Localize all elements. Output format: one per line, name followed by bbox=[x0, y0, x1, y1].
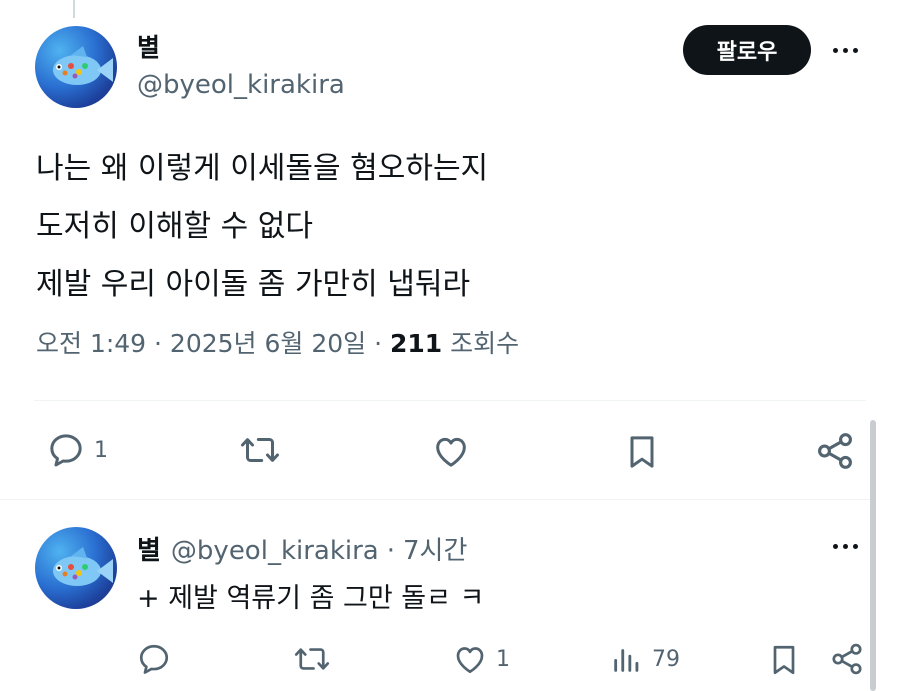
scrollbar[interactable] bbox=[870, 420, 876, 691]
like-button[interactable] bbox=[431, 431, 471, 471]
reply-separator: · bbox=[386, 536, 396, 566]
reply-more-icon[interactable] bbox=[833, 536, 869, 556]
bookmark-button[interactable] bbox=[622, 430, 662, 474]
reply-time[interactable]: 7시간 bbox=[403, 530, 467, 567]
reply-icon bbox=[50, 434, 82, 467]
retweet-icon bbox=[241, 438, 279, 462]
reply-author-name[interactable]: 별 bbox=[137, 530, 161, 567]
rainbow-fish-avatar-image bbox=[53, 547, 113, 586]
reply-views-count: 79 bbox=[652, 646, 680, 672]
section-divider bbox=[0, 499, 870, 500]
author-name[interactable]: 별 bbox=[137, 28, 160, 64]
tweet-text: 나는 왜 이렇게 이세돌을 혐오하는지 도저히 이해할 수 없다 제발 우리 아… bbox=[36, 140, 488, 314]
reply-button[interactable]: 1 bbox=[46, 430, 108, 470]
reply-retweet-button[interactable] bbox=[292, 641, 332, 677]
reply-count: 1 bbox=[94, 437, 108, 463]
retweet-icon bbox=[294, 648, 330, 670]
tweet-meta: 오전 1:49 · 2025년 6월 20일 · 211 조회수 bbox=[36, 324, 519, 360]
reply-bookmark-button[interactable] bbox=[766, 640, 802, 680]
meta-separator: · bbox=[366, 329, 391, 358]
views-count[interactable]: 211 bbox=[390, 329, 442, 358]
author-handle[interactable]: @byeol_kirakira bbox=[137, 70, 345, 100]
retweet-button[interactable] bbox=[238, 430, 282, 470]
reply-text: + 제발 역류기 좀 그만 돌ㄹ ㅋ bbox=[137, 583, 485, 614]
share-icon bbox=[832, 643, 862, 675]
reply-like-count: 1 bbox=[496, 646, 510, 672]
more-icon[interactable] bbox=[833, 40, 869, 60]
divider bbox=[34, 400, 866, 401]
reply-icon bbox=[139, 644, 169, 674]
tweet-text-line: 나는 왜 이렇게 이세돌을 혐오하는지 bbox=[36, 151, 489, 186]
reply-share-button[interactable] bbox=[829, 641, 865, 677]
like-icon bbox=[456, 647, 484, 674]
share-icon bbox=[818, 433, 852, 469]
thread-line bbox=[73, 0, 75, 18]
bookmark-icon bbox=[773, 645, 795, 675]
avatar[interactable] bbox=[35, 26, 117, 108]
tweet-text-line: 제발 우리 아이돌 좀 가만히 냅둬라 bbox=[36, 267, 471, 302]
follow-button[interactable]: 팔로우 bbox=[683, 25, 811, 75]
reply-like-button[interactable]: 1 bbox=[452, 641, 510, 677]
views-label: 조회수 bbox=[442, 329, 520, 358]
tweet-text-line: 도저히 이해할 수 없다 bbox=[36, 209, 314, 244]
reply-views-button[interactable]: 79 bbox=[610, 641, 680, 677]
rainbow-fish-avatar-image bbox=[53, 46, 113, 85]
reply-header: 별 @byeol_kirakira · 7시간 bbox=[137, 530, 467, 567]
reply-author-handle[interactable]: @byeol_kirakira bbox=[171, 536, 379, 566]
share-button[interactable] bbox=[814, 430, 856, 472]
like-icon bbox=[436, 437, 466, 467]
timestamp[interactable]: 오전 1:49 · 2025년 6월 20일 bbox=[36, 329, 366, 358]
views-icon bbox=[614, 649, 639, 672]
reply-avatar[interactable] bbox=[35, 527, 117, 609]
bookmark-icon bbox=[630, 436, 654, 468]
reply-reply-button[interactable] bbox=[136, 641, 172, 677]
